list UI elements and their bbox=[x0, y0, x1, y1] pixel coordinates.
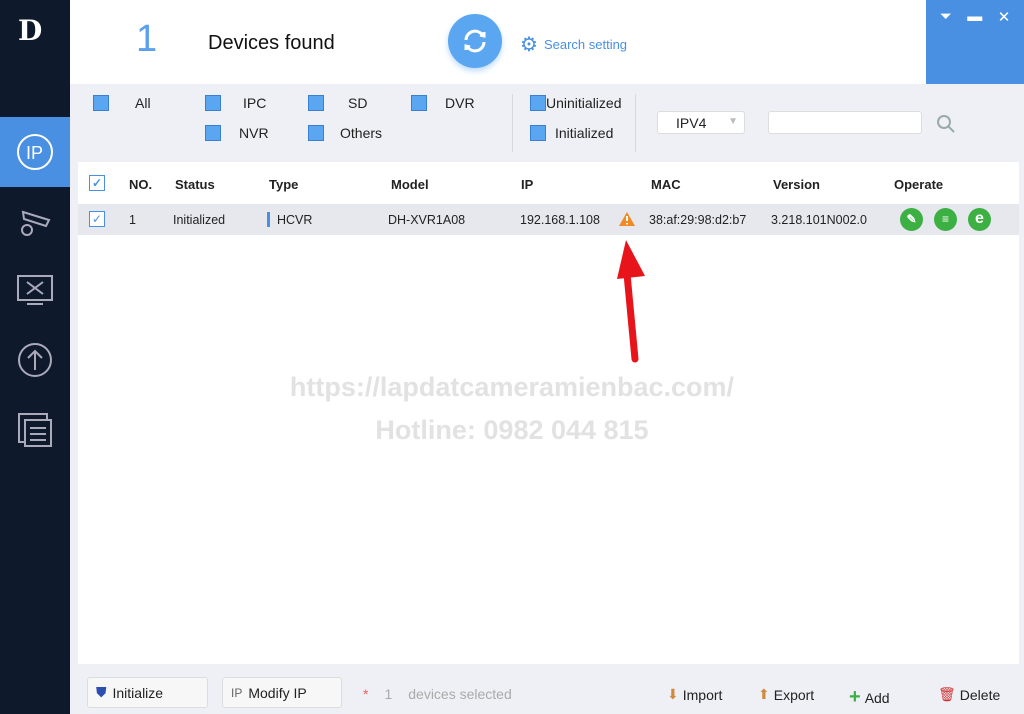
refresh-search-button[interactable] bbox=[448, 14, 502, 68]
table-row[interactable]: ✓ 1 Initialized HCVR DH-XVR1A08 192.168.… bbox=[78, 204, 1019, 235]
watermark-url: https://lapdatcameramienbac.com/ bbox=[289, 372, 735, 402]
header: 1 Devices found ⚙ Search setting bbox=[70, 0, 1024, 84]
filter-ipc[interactable]: IPC bbox=[205, 95, 266, 111]
filter-uninitialized[interactable]: Uninitialized bbox=[530, 95, 621, 111]
ip-edit-icon: IP bbox=[231, 685, 243, 700]
delete-button[interactable]: 🗑 Delete bbox=[938, 686, 1000, 703]
type-marker bbox=[267, 212, 270, 227]
watermark-hotline: Hotline: 0982 044 815 bbox=[375, 415, 649, 445]
search-icon[interactable] bbox=[936, 114, 956, 134]
filter-nvr[interactable]: NVR bbox=[205, 125, 269, 141]
add-button[interactable]: + Add bbox=[849, 686, 890, 709]
close-icon[interactable]: ✕ bbox=[998, 8, 1011, 26]
menu-dropdown-icon[interactable]: ⏷ bbox=[940, 8, 952, 25]
shield-info-icon: ⛊ bbox=[96, 684, 107, 700]
ip-version-select[interactable]: IPV4 ▼ bbox=[657, 111, 745, 134]
device-count: 1 bbox=[136, 18, 158, 60]
edit-icon[interactable]: ✎ bbox=[900, 208, 923, 231]
filter-bar: All IPC SD DVR NVR Others Uninitialized … bbox=[70, 84, 1024, 160]
search-input[interactable] bbox=[768, 111, 922, 134]
nav-ip-search[interactable]: IP bbox=[0, 117, 70, 187]
tools-monitor-icon bbox=[17, 275, 53, 305]
plus-icon: + bbox=[849, 686, 861, 708]
sidebar: D IP bbox=[0, 0, 70, 714]
export-icon: ⬆ bbox=[758, 686, 770, 702]
ip-icon: IP bbox=[17, 134, 53, 170]
window-controls: ⏷ ▬ ✕ bbox=[926, 0, 1024, 84]
footer-toolbar: ⛊ Initialize IP Modify IP * 1 devices select… bbox=[70, 664, 1024, 714]
divider bbox=[512, 94, 513, 152]
filter-sd[interactable]: SD bbox=[308, 95, 367, 111]
filter-initialized[interactable]: Initialized bbox=[530, 125, 613, 141]
details-icon[interactable]: ≡ bbox=[934, 208, 957, 231]
chevron-down-icon: ▼ bbox=[728, 116, 738, 127]
filter-dvr[interactable]: DVR bbox=[411, 95, 475, 111]
table-header: ✓ NO. Status Type Model IP MAC Version O… bbox=[78, 168, 1019, 199]
red-arrow-annotation bbox=[617, 240, 645, 363]
nav-device-config[interactable] bbox=[0, 185, 70, 255]
filter-all[interactable]: All bbox=[93, 95, 151, 111]
modify-ip-button[interactable]: IP Modify IP bbox=[222, 677, 342, 708]
web-browser-icon[interactable]: e bbox=[968, 208, 991, 231]
import-icon: ⬇ bbox=[667, 686, 679, 702]
row-checkbox[interactable]: ✓ bbox=[89, 211, 105, 227]
export-button[interactable]: ⬆ Export bbox=[758, 686, 814, 703]
gear-icon: ⚙ bbox=[520, 34, 538, 56]
search-setting-button[interactable]: ⚙ Search setting bbox=[520, 32, 627, 57]
camera-gear-icon bbox=[21, 210, 51, 236]
nav-system-tools[interactable] bbox=[0, 255, 70, 325]
app-logo: D bbox=[18, 14, 43, 47]
trash-icon: 🗑 bbox=[938, 686, 956, 702]
svg-text:IP: IP bbox=[26, 143, 43, 163]
minimize-icon[interactable]: ▬ bbox=[967, 8, 982, 25]
divider bbox=[635, 94, 636, 152]
initialize-button[interactable]: ⛊ Initialize bbox=[87, 677, 208, 708]
import-button[interactable]: ⬇ Import bbox=[667, 686, 722, 703]
selection-status: * 1 devices selected bbox=[363, 686, 512, 702]
filter-others[interactable]: Others bbox=[308, 125, 382, 141]
warning-icon[interactable] bbox=[618, 211, 636, 227]
devices-found-label: Devices found bbox=[208, 32, 335, 54]
device-table: ✓ NO. Status Type Model IP MAC Version O… bbox=[78, 162, 1019, 664]
refresh-icon bbox=[464, 29, 486, 53]
select-all-checkbox[interactable]: ✓ bbox=[89, 175, 105, 191]
